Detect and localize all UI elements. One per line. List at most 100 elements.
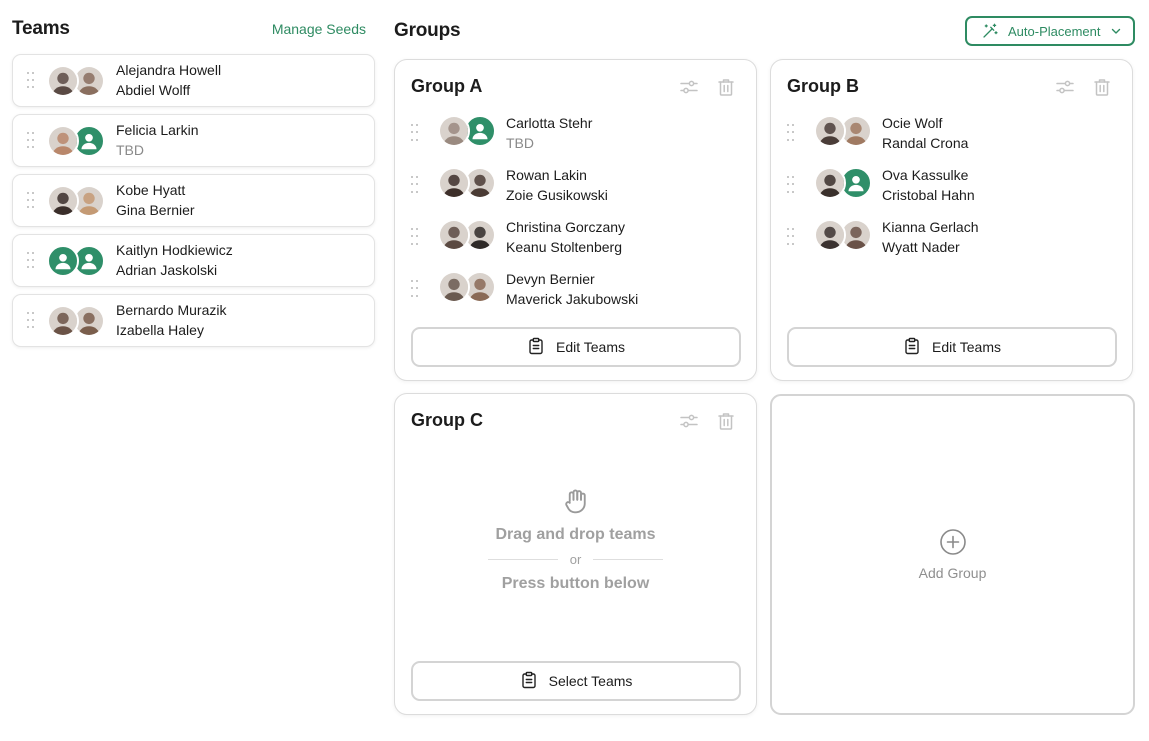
trash-icon[interactable] <box>716 411 736 431</box>
player-name-2: Zoie Gusikowski <box>506 187 608 203</box>
player-name-2: TBD <box>116 142 144 158</box>
avatar-pair <box>438 115 496 147</box>
trash-icon[interactable] <box>1092 77 1112 97</box>
player-name-1: Ocie Wolf <box>882 115 943 131</box>
group-team-row[interactable]: Rowan Lakin Zoie Gusikowski <box>411 167 741 219</box>
plus-circle-icon <box>939 529 966 555</box>
player-name-2: Adrian Jaskolski <box>116 262 218 278</box>
drag-handle-icon[interactable] <box>13 131 47 150</box>
player-name-2: Randal Crona <box>882 135 969 151</box>
group-team-row[interactable]: Ocie Wolf Randal Crona <box>787 115 1117 167</box>
manage-seeds-link[interactable]: Manage Seeds <box>272 21 366 37</box>
avatar <box>47 184 79 217</box>
player-name-1: Ova Kassulke <box>882 167 969 183</box>
group-card-a: Group A Carlotta Stehr TBD Rowan Lakin Zoie… <box>394 59 757 381</box>
player-name-2: Gina Bernier <box>116 202 195 218</box>
team-names: Kaitlyn Hodkiewicz Adrian Jaskolski <box>116 242 233 279</box>
select-teams-button[interactable]: Select Teams <box>411 661 741 701</box>
drop-zone-separator: or <box>487 552 664 567</box>
drag-handle-icon[interactable] <box>13 311 47 330</box>
drag-handle-icon[interactable] <box>787 167 807 194</box>
team-names: Ova Kassulke Cristobal Hahn <box>882 167 975 204</box>
player-name-1: Alejandra Howell <box>116 62 222 78</box>
drop-zone[interactable]: Drag and drop teams or Press button belo… <box>395 486 756 593</box>
drag-handle-icon[interactable] <box>411 167 431 194</box>
drag-handle-icon[interactable] <box>411 271 431 298</box>
group-actions <box>679 411 736 431</box>
clipboard-icon <box>520 671 538 692</box>
team-card[interactable]: Kaitlyn Hodkiewicz Adrian Jaskolski <box>12 234 375 287</box>
separator-line <box>487 559 558 560</box>
player-name-1: Felicia Larkin <box>116 122 199 138</box>
drag-handle-icon[interactable] <box>13 251 47 270</box>
groups-title: Groups <box>394 20 461 41</box>
team-names: Felicia Larkin TBD <box>116 122 198 159</box>
avatar <box>47 304 79 337</box>
player-name-1: Rowan Lakin <box>506 167 587 183</box>
group-entries: Carlotta Stehr TBD Rowan Lakin Zoie Gusikow… <box>411 115 741 323</box>
group-card-c: Group C Drag and drop teams or Press but… <box>394 393 757 715</box>
avatar-pair <box>47 124 105 157</box>
drag-handle-icon[interactable] <box>13 191 47 210</box>
group-name: Group A <box>411 76 483 96</box>
avatar-pair <box>814 167 872 199</box>
drag-handle-icon[interactable] <box>787 115 807 142</box>
avatar <box>438 271 470 303</box>
hand-icon <box>564 489 586 514</box>
drag-handle-icon[interactable] <box>411 115 431 142</box>
drag-handle-icon[interactable] <box>787 219 807 246</box>
group-actions <box>679 77 736 97</box>
team-names: Bernardo Murazik Izabella Haley <box>116 302 227 339</box>
select-teams-label: Select Teams <box>548 673 633 689</box>
avatar-pair <box>47 304 105 337</box>
drag-handle-icon[interactable] <box>13 71 47 90</box>
team-names: Rowan Lakin Zoie Gusikowski <box>506 167 608 204</box>
player-name-1: Carlotta Stehr <box>506 115 593 131</box>
group-actions <box>1055 77 1112 97</box>
auto-placement-button[interactable]: Auto-Placement <box>965 16 1135 46</box>
clipboard-icon <box>903 337 921 358</box>
team-card[interactable]: Kobe Hyatt Gina Bernier <box>12 174 375 227</box>
player-name-1: Kobe Hyatt <box>116 182 186 198</box>
avatar <box>814 219 846 251</box>
edit-teams-label: Edit Teams <box>556 339 625 355</box>
avatar <box>47 64 79 97</box>
team-card[interactable]: Alejandra Howell Abdiel Wolff <box>12 54 375 107</box>
trash-icon[interactable] <box>716 77 736 97</box>
team-names: Alejandra Howell Abdiel Wolff <box>116 62 221 99</box>
group-team-row[interactable]: Christina Gorczany Keanu Stoltenberg <box>411 219 741 271</box>
drag-handle-icon[interactable] <box>411 219 431 246</box>
edit-teams-label: Edit Teams <box>932 339 1001 355</box>
app-frame: Teams Manage Seeds Alejandra Howell Abdie… <box>0 0 1149 741</box>
group-team-row[interactable]: Carlotta Stehr TBD <box>411 115 741 167</box>
avatar-pair <box>438 271 496 303</box>
sliders-icon[interactable] <box>679 77 699 97</box>
clipboard-icon <box>527 337 545 358</box>
edit-teams-button[interactable]: Edit Teams <box>411 327 741 367</box>
team-names: Devyn Bernier Maverick Jakubowski <box>506 271 638 308</box>
avatar-placeholder <box>47 244 79 277</box>
edit-teams-button[interactable]: Edit Teams <box>787 327 1117 367</box>
player-name-2: Maverick Jakubowski <box>506 291 639 307</box>
group-team-row[interactable]: Ova Kassulke Cristobal Hahn <box>787 167 1117 219</box>
sliders-icon[interactable] <box>679 411 699 431</box>
avatar-pair <box>47 64 105 97</box>
group-team-row[interactable]: Kianna Gerlach Wyatt Nader <box>787 219 1117 271</box>
group-name: Group C <box>411 410 483 430</box>
auto-placement-label: Auto-Placement <box>1008 23 1101 39</box>
avatar <box>438 115 470 147</box>
group-entries: Ocie Wolf Randal Crona Ova Kassulke Cristob… <box>787 115 1117 271</box>
group-team-row[interactable]: Devyn Bernier Maverick Jakubowski <box>411 271 741 323</box>
teams-title: Teams <box>12 18 70 39</box>
team-card[interactable]: Felicia Larkin TBD <box>12 114 375 167</box>
team-names: Kobe Hyatt Gina Bernier <box>116 182 195 219</box>
avatar-pair <box>438 167 496 199</box>
avatar <box>47 124 79 157</box>
wand-icon <box>983 23 998 38</box>
avatar <box>814 115 846 147</box>
avatar-pair <box>814 219 872 251</box>
drop-zone-title: Drag and drop teams <box>495 526 656 543</box>
add-group-button[interactable]: Add Group <box>770 394 1135 715</box>
sliders-icon[interactable] <box>1055 77 1075 97</box>
team-card[interactable]: Bernardo Murazik Izabella Haley <box>12 294 375 347</box>
